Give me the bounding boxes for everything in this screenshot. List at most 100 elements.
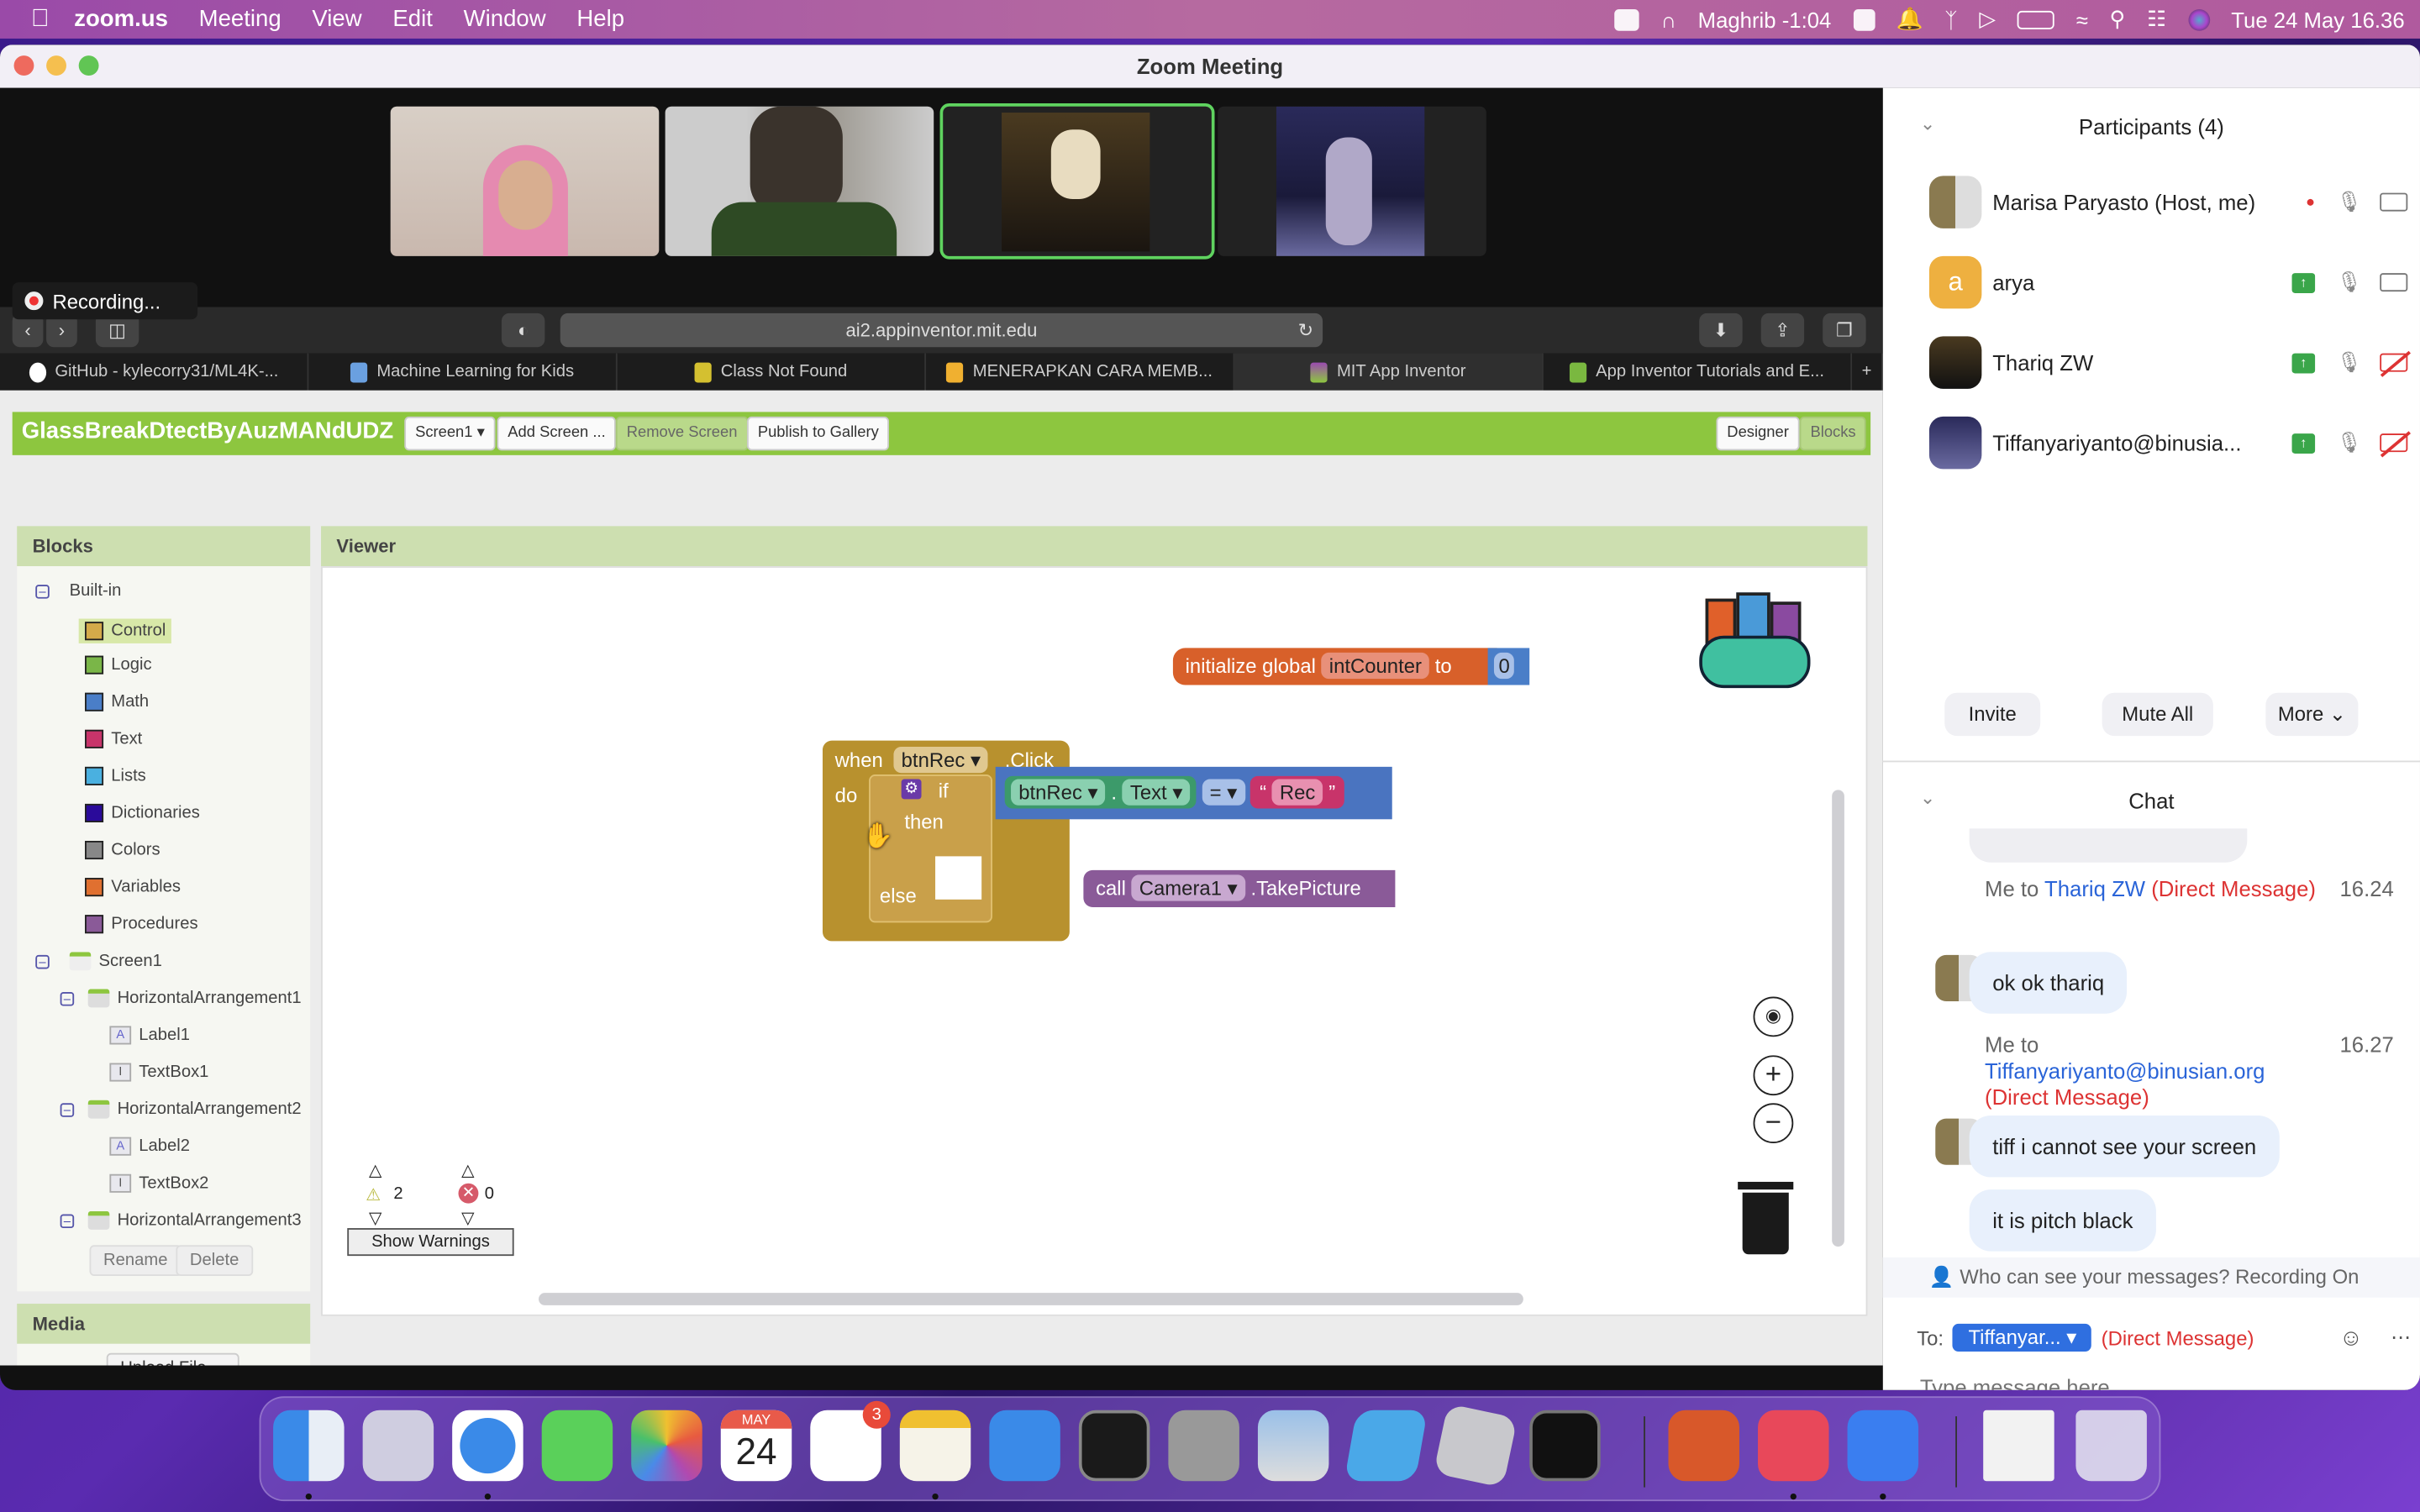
dock-messages[interactable] [541,1410,613,1482]
camera-off-icon[interactable] [2380,353,2408,372]
rename-button[interactable]: Rename [89,1245,182,1276]
backpack-icon[interactable] [1697,590,1817,698]
compare-block[interactable]: btnRec ▾ . Text ▾ = ▾ “ Rec ” [995,766,1392,820]
share-icon[interactable]: ⇪ [1760,312,1805,348]
privacy-shield-icon[interactable]: ◐ [501,312,545,348]
privacy-notice[interactable]: 👤 Who can see your messages? Recording O… [1882,1257,2420,1298]
microphone-icon[interactable]: 🎙 [2337,350,2362,375]
previous-error-arrow[interactable]: △ [461,1160,475,1180]
upload-file-button[interactable]: Upload File ... [106,1352,239,1366]
next-error-arrow[interactable]: ▽ [461,1208,475,1228]
url-bar[interactable]: ai2.appinventor.mit.edu ↻ [560,312,1323,348]
microphone-icon[interactable]: 🎙 [2337,190,2362,214]
video-tile-tiffany[interactable] [1218,106,1486,256]
text-string-block[interactable]: “ Rec ” [1250,775,1345,809]
dock-pdf-document[interactable] [1983,1410,2054,1482]
zoom-status-icon[interactable] [1614,8,1639,30]
compare-operator-dropdown[interactable]: = ▾ [1202,779,1245,806]
invite-button[interactable]: Invite [1944,692,2041,737]
recipient-link[interactable]: Tiffanyariyanto@binusian.org [1985,1058,2265,1084]
remove-screen-button[interactable]: Remove Screen [615,416,749,451]
dock-activity-monitor[interactable] [1529,1410,1601,1482]
collapse-icon[interactable]: – [60,1213,75,1228]
chat-message-input[interactable] [1917,1368,2381,1390]
builtin-drawer-logic[interactable]: Logic [85,655,152,675]
new-tab-button[interactable]: + [1852,353,1883,391]
mute-all-button[interactable]: Mute All [2102,692,2213,737]
publish-gallery-button[interactable]: Publish to Gallery [746,416,890,451]
dock-trash[interactable] [2075,1410,2147,1482]
bluetooth-icon[interactable]: ᛉ [1944,7,1957,31]
add-screen-button[interactable]: Add Screen ... [497,416,617,451]
dock-photos[interactable] [631,1410,702,1482]
video-tile-marisa[interactable] [390,106,660,256]
camera-icon[interactable] [2380,273,2408,292]
close-window-button[interactable] [13,55,34,76]
dock-system-preferences[interactable] [1168,1410,1239,1482]
vertical-scrollbar[interactable] [1832,790,1844,1247]
blocks-workspace[interactable]: initialize global intCounter to 0 when b… [321,566,1868,1316]
call-component-dropdown[interactable]: Camera1 ▾ [1131,874,1245,901]
dock-preview[interactable] [1257,1410,1329,1482]
collapse-icon[interactable]: – [35,584,50,598]
apple-icon[interactable]:  [31,5,50,33]
maximize-window-button[interactable] [78,55,99,76]
tree-builtin[interactable]: – Built-in [35,581,121,600]
previous-warning-arrow[interactable]: △ [369,1160,382,1180]
menu-help[interactable]: Help [576,6,624,32]
string-field[interactable]: Rec [1271,779,1323,806]
dock-roblox[interactable] [1433,1403,1518,1488]
wifi-icon[interactable]: ≈ [2076,7,2088,31]
next-warning-arrow[interactable]: ▽ [369,1208,382,1228]
siri-icon[interactable] [2187,8,2210,30]
browser-tab[interactable]: Machine Learning for Kids [308,353,618,391]
dock-reminders[interactable]: 3 [810,1400,891,1482]
builtin-drawer-procedures[interactable]: Procedures [85,915,198,934]
reload-icon[interactable]: ↻ [1298,313,1313,347]
collapse-icon[interactable]: – [60,991,75,1005]
play-circle-icon[interactable]: ▷ [1979,6,1996,32]
trash-icon[interactable] [1738,1181,1794,1256]
builtin-drawer-lists[interactable]: Lists [85,766,146,785]
more-options-icon[interactable]: ⋯ [2391,1326,2411,1350]
builtin-drawer-text[interactable]: Text [85,729,142,748]
mutator-gear-icon[interactable]: ⚙ [901,779,922,800]
minimize-window-button[interactable] [46,55,66,76]
recenter-icon[interactable]: ◉ [1753,996,1794,1037]
builtin-drawer-variables[interactable]: Variables [85,878,181,897]
battery-icon[interactable] [2017,9,2054,29]
call-block[interactable]: call Camera1 ▾ .TakePicture [1083,869,1396,907]
menu-view[interactable]: View [312,6,361,32]
component-horizontalarrangement1[interactable]: – HorizontalArrangement1 [60,989,302,1008]
builtin-drawer-dictionaries[interactable]: Dictionaries [85,803,200,822]
dock-keynote[interactable] [989,1410,1060,1482]
initialize-global-block[interactable]: initialize global intCounter to [1172,648,1497,685]
spotlight-search-icon[interactable]: ⚲ [2110,6,2126,32]
builtin-drawer-math[interactable]: Math [85,692,149,711]
component-textbox2[interactable]: I TextBox2 [109,1173,208,1193]
dock-terminal[interactable] [1078,1410,1150,1482]
collapse-icon[interactable]: – [35,954,50,969]
microphone-icon[interactable]: 🎙 [2337,270,2362,294]
video-tile-thariq[interactable] [939,103,1215,260]
prayer-time[interactable]: Maghrib -1:04 [1698,7,1832,31]
menu-app-name[interactable]: zoom.us [74,6,168,32]
component-getter-block[interactable]: btnRec ▾ . Text ▾ [1004,775,1197,809]
component-horizontalarrangement3[interactable]: – HorizontalArrangement3 [60,1210,302,1230]
blocks-button[interactable]: Blocks [1799,416,1867,451]
builtin-drawer-colors[interactable]: Colors [85,841,160,860]
dock-roblox-studio[interactable] [1344,1410,1428,1482]
zoom-out-icon[interactable]: − [1753,1103,1794,1144]
camera-off-icon[interactable] [2380,433,2408,453]
menu-edit[interactable]: Edit [392,6,432,32]
dock-powerpoint[interactable] [1668,1410,1739,1482]
dock-zoom[interactable] [1847,1410,1919,1482]
dock-music[interactable] [1758,1410,1829,1482]
delete-button[interactable]: Delete [176,1245,253,1276]
participant-row[interactable]: Marisa Paryasto (Host, me) ● 🎙 [1928,175,2408,230]
dock-calendar[interactable]: MAY 24 [720,1410,792,1482]
collapse-icon[interactable]: – [60,1102,75,1116]
mosque-icon[interactable]: ∩ [1660,7,1676,31]
component-screen1[interactable]: – Screen1 [35,952,162,971]
layout-icon[interactable] [1853,8,1875,30]
